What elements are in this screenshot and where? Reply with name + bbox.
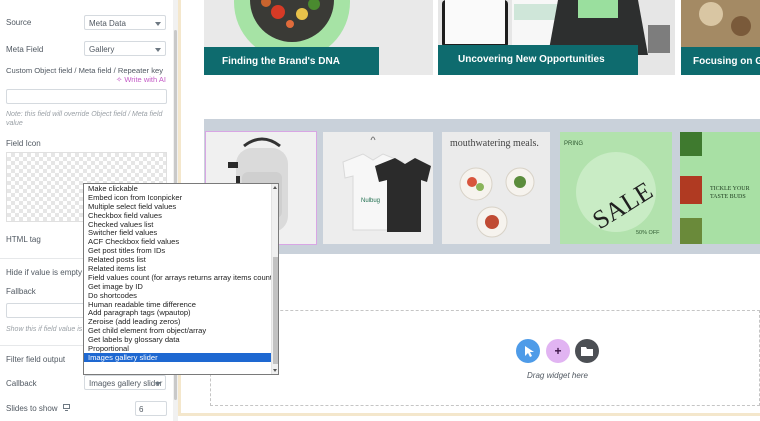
chevron-down-icon: [155, 382, 161, 386]
card-caption: Uncovering New Opportunities: [438, 45, 638, 75]
mouthwatering-text: mouthwatering meals.: [450, 138, 539, 149]
dropdown-option[interactable]: Zeroise (add leading zeros): [84, 317, 278, 326]
callback-select[interactable]: Images gallery slider: [84, 375, 166, 390]
plus-icon: +: [554, 344, 562, 358]
dropdown-option[interactable]: Embed icon from Iconpicker: [84, 193, 278, 202]
custom-field-input[interactable]: [6, 89, 167, 104]
html-tag-label: HTML tag: [6, 235, 41, 244]
dropdown-option[interactable]: Proportional: [84, 344, 278, 353]
folder-icon: [581, 347, 593, 356]
dropdown-option[interactable]: Multiple select field values: [84, 202, 278, 211]
card-focusing: Focusing on Go: [681, 0, 760, 75]
discount-text: 50% OFF: [636, 230, 660, 236]
desktop-icon[interactable]: [63, 404, 70, 411]
override-note: Note: this field will override Object fi…: [6, 111, 163, 127]
add-widget-button[interactable]: +: [546, 339, 570, 363]
slides-to-show-input[interactable]: 6: [135, 401, 167, 416]
widget-drop-zone[interactable]: [210, 310, 760, 406]
scroll-up-icon[interactable]: [273, 186, 277, 189]
filter-output-label: Filter field output: [6, 355, 66, 364]
fallback-input[interactable]: [6, 303, 86, 318]
template-library-button[interactable]: [575, 339, 599, 363]
tickle-text: TICKLE YOUR: [710, 186, 750, 192]
scrollbar-thumb[interactable]: [273, 257, 278, 364]
callback-label: Callback: [6, 379, 37, 388]
dropdown-option[interactable]: Get labels by glossary data: [84, 335, 278, 344]
slides-to-show-label: Slides to show: [6, 404, 58, 413]
slide-sale[interactable]: PRING SALE 50% OFF: [560, 132, 672, 244]
callback-select-value: Images gallery slider: [89, 379, 163, 388]
slide-taste-buds[interactable]: TICKLE YOUR TASTE BUDS: [680, 132, 760, 244]
source-select[interactable]: Meta Data: [84, 15, 166, 30]
slide-meals[interactable]: mouthwatering meals.: [442, 132, 550, 244]
dropdown-options: Make clickable Embed icon from Iconpicker…: [84, 184, 278, 362]
taste-buds-text: TASTE BUDS: [710, 194, 746, 200]
custom-field-label: Custom Object field / Meta field / Repea…: [6, 66, 164, 75]
card-opportunities: Uncovering New Opportunities: [438, 0, 675, 75]
slide-tshirts[interactable]: Nulbug: [323, 132, 433, 244]
sale-image: PRING SALE 50% OFF: [560, 132, 672, 244]
write-with-ai-link[interactable]: ✧ Write with AI: [116, 75, 166, 84]
dropdown-option[interactable]: Switcher field values: [84, 228, 278, 238]
source-label: Source: [6, 18, 32, 27]
chevron-down-icon: [155, 22, 161, 26]
meta-field-value: Gallery: [89, 45, 115, 54]
dropdown-option[interactable]: Get post titles from IDs: [84, 246, 278, 255]
navigator-button[interactable]: [516, 339, 540, 363]
dropdown-option[interactable]: ACF Checkbox field values: [84, 237, 278, 246]
callback-dropdown-list[interactable]: Make clickable Embed icon from Iconpicker…: [83, 183, 279, 375]
tshirts-image: Nulbug: [342, 136, 431, 232]
card-caption: Finding the Brand's DNA: [204, 47, 379, 75]
card-caption: Focusing on Go: [681, 47, 760, 75]
dropdown-scrollbar[interactable]: [271, 184, 278, 374]
cursor-icon: [525, 346, 534, 357]
dropdown-option[interactable]: Related posts list: [84, 255, 278, 264]
tshirt-brand-text: Nulbug: [361, 198, 380, 204]
dropdown-option[interactable]: Make clickable: [84, 184, 278, 193]
meals-image: mouthwatering meals.: [450, 138, 539, 238]
dropdown-option[interactable]: Checkbox field values: [84, 211, 278, 220]
fallback-note: Show this if field value is e: [6, 326, 89, 333]
dropdown-option[interactable]: Human readable time difference: [84, 300, 278, 309]
field-icon-label: Field Icon: [6, 139, 41, 148]
fallback-label: Fallback: [6, 287, 36, 296]
dropdown-option[interactable]: Do shortcodes: [84, 291, 278, 300]
chevron-down-icon: [155, 48, 161, 52]
hide-if-empty-label: Hide if value is empty: [6, 268, 83, 277]
dropdown-option[interactable]: Checked values list: [84, 220, 278, 229]
meta-field-select[interactable]: Gallery: [84, 41, 166, 56]
dropdown-option[interactable]: Get child element from object/array: [84, 326, 278, 335]
dropdown-option[interactable]: Add paragraph tags (wpautop): [84, 308, 278, 318]
taste-buds-image: TICKLE YOUR TASTE BUDS: [680, 132, 760, 244]
source-select-value: Meta Data: [89, 19, 126, 28]
card-brand-dna: Finding the Brand's DNA: [204, 0, 433, 75]
spring-text: PRING: [564, 141, 583, 147]
dropdown-option[interactable]: Field values count (for arrays returns a…: [84, 273, 278, 282]
drag-widget-hint: Drag widget here: [527, 371, 588, 380]
dropdown-option[interactable]: Get image by ID: [84, 282, 278, 291]
meta-field-label: Meta Field: [6, 45, 44, 54]
dropdown-option[interactable]: Images gallery slider: [84, 352, 278, 362]
scroll-down-icon[interactable]: [273, 369, 277, 372]
dropdown-option[interactable]: Related items list: [84, 264, 278, 273]
